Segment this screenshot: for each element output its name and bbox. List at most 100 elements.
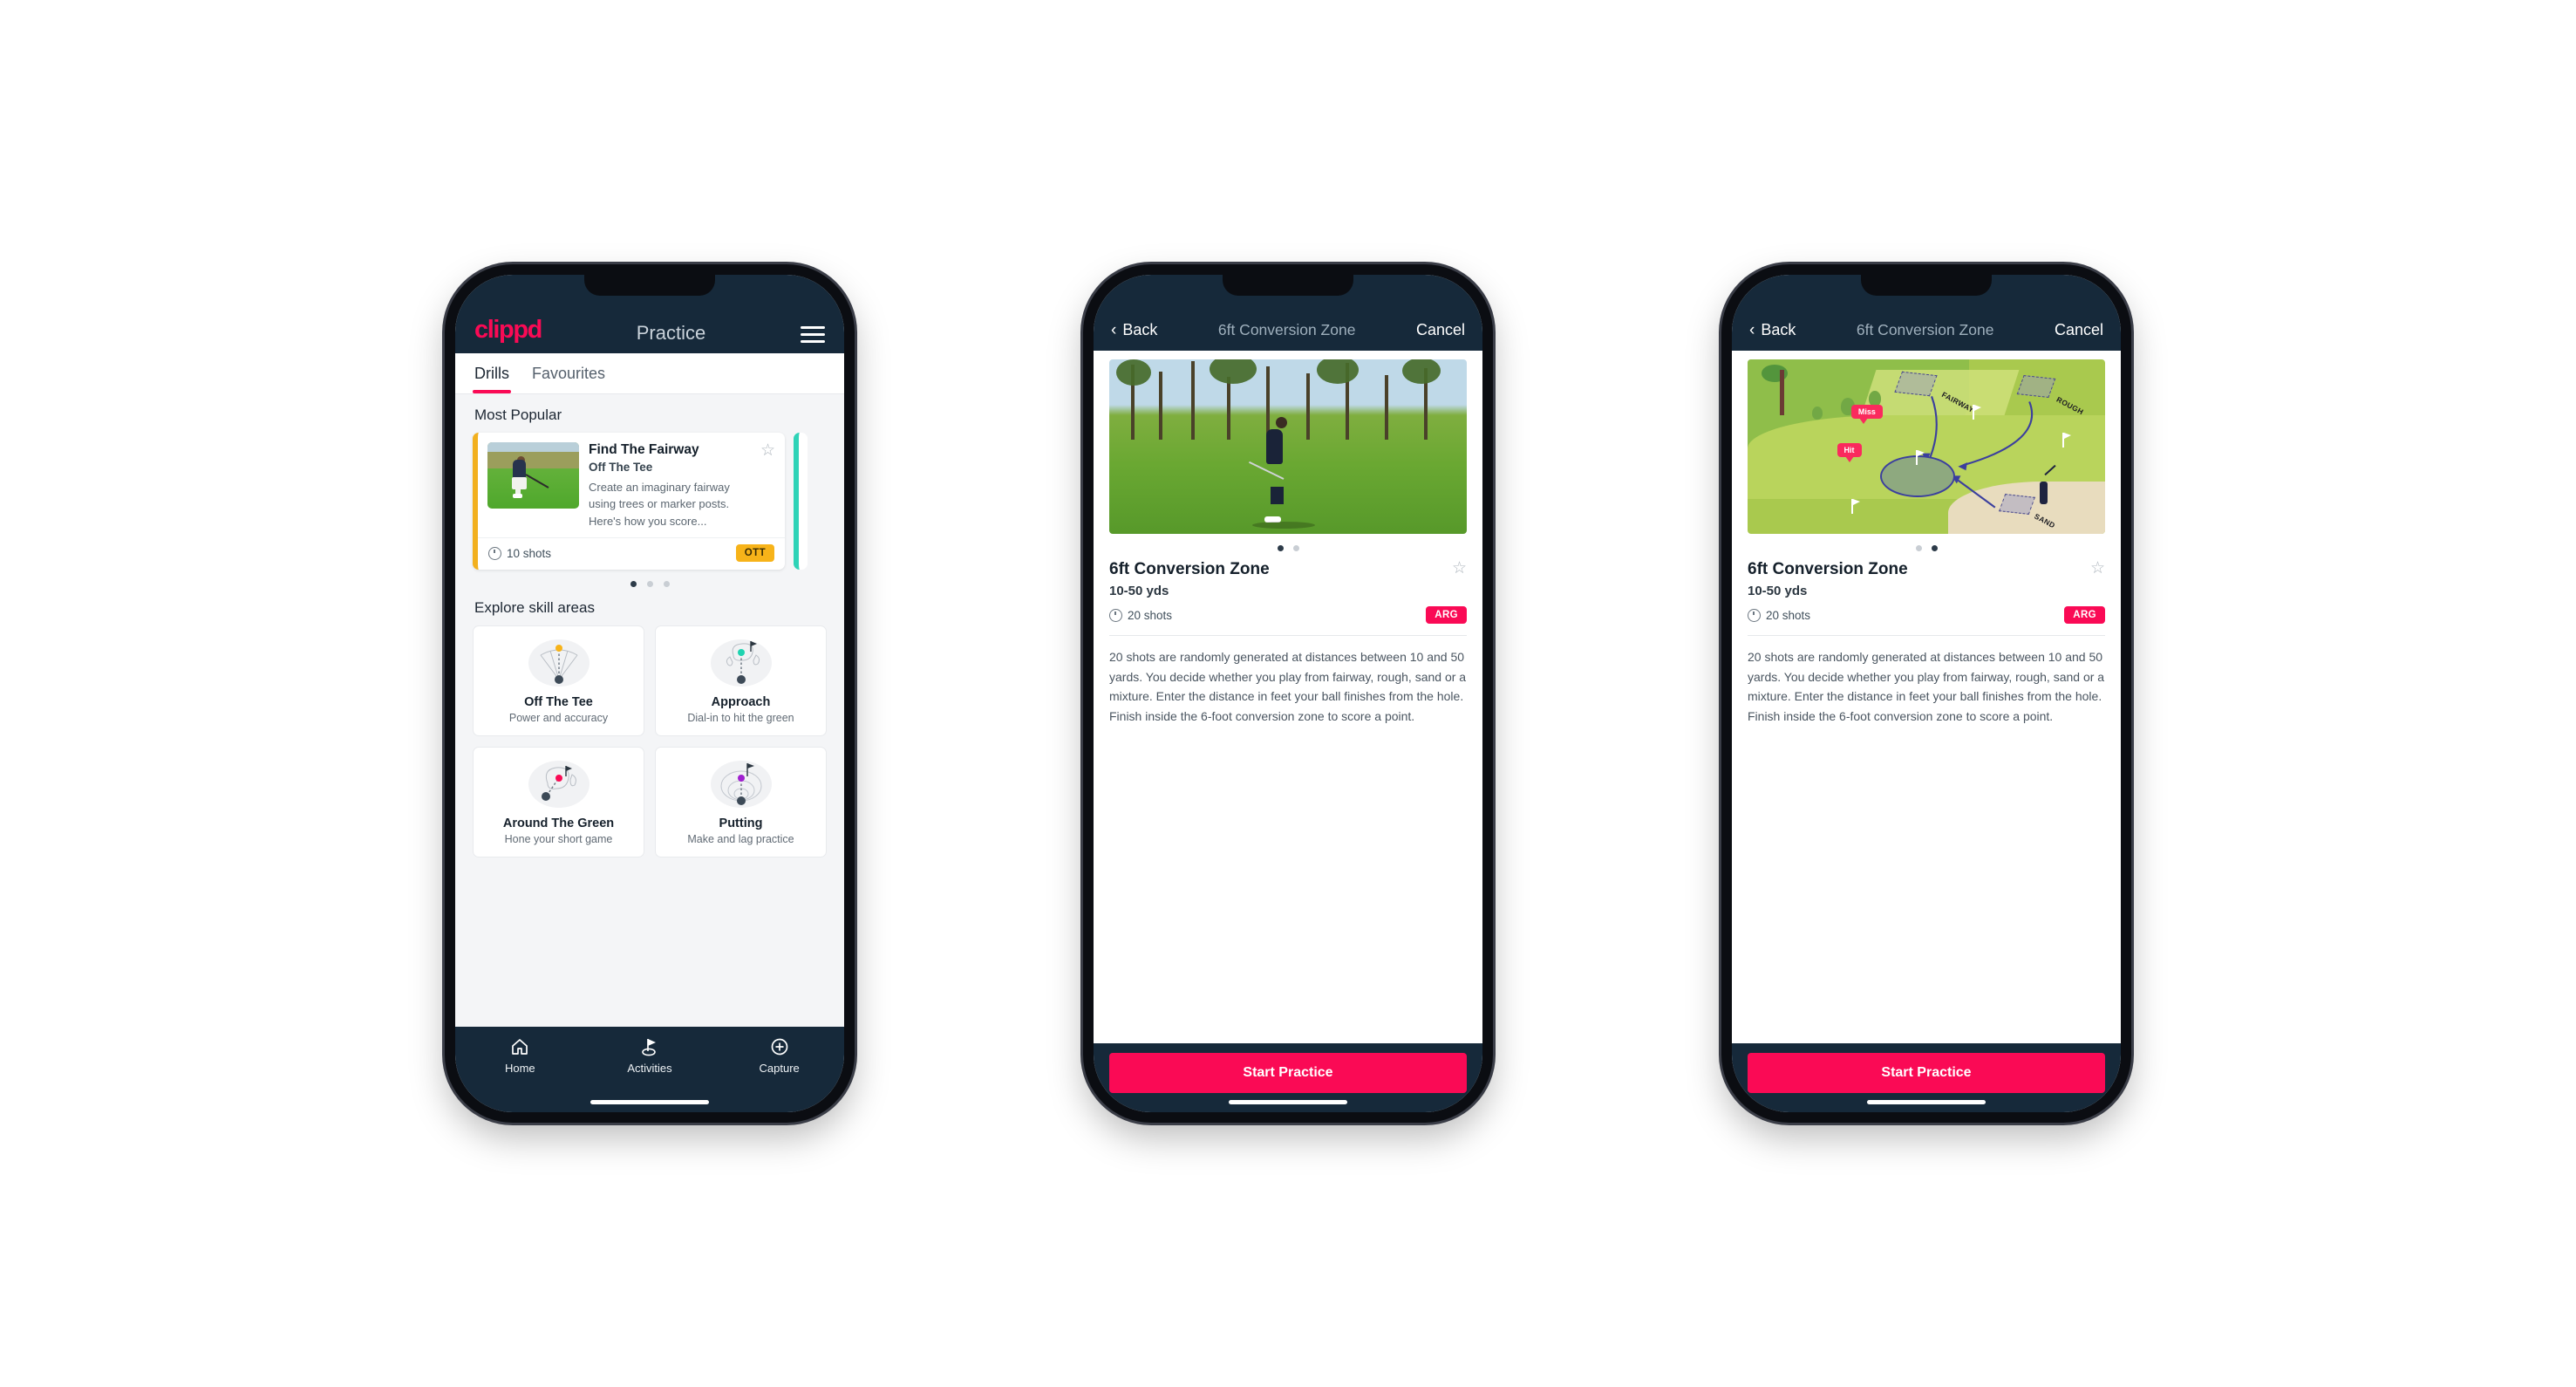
star-outline-icon[interactable]: ☆ xyxy=(1448,560,1467,577)
screen-drill-detail-diagram: ‹ Back 6ft Conversion Zone Cancel FAIRWA… xyxy=(1732,275,2121,1112)
nav-item-home[interactable]: Home xyxy=(456,1037,584,1075)
divider xyxy=(1748,635,2105,636)
flag-icon xyxy=(1915,450,1925,465)
clock-icon xyxy=(1109,608,1122,622)
phone-notch xyxy=(1861,275,1992,296)
drill-shots: 10 shots xyxy=(488,546,551,560)
hamburger-icon[interactable] xyxy=(800,326,825,343)
skill-card-off-the-tee[interactable]: Off The Tee Power and accuracy xyxy=(473,625,644,737)
flag-icon xyxy=(1973,405,1982,420)
golfer-figure xyxy=(2040,482,2048,504)
nav-label: Home xyxy=(504,1062,535,1075)
skill-title: Around The Green xyxy=(502,816,615,831)
star-outline-icon[interactable]: ☆ xyxy=(757,442,775,530)
divider xyxy=(1109,635,1467,636)
drill-hero-diagram[interactable]: FAIRWAY ROUGH SAND Miss Hit xyxy=(1748,359,2105,534)
detail-content: FAIRWAY ROUGH SAND Miss Hit 6ft Conversi… xyxy=(1732,351,2121,1043)
chevron-left-icon: ‹ xyxy=(1111,321,1117,339)
drill-card[interactable]: Find The Fairway Off The Tee Create an i… xyxy=(473,433,785,571)
plus-circle-icon xyxy=(771,1038,787,1056)
drill-detail-title: 6ft Conversion Zone xyxy=(1748,560,1908,578)
clock-icon xyxy=(1748,608,1761,622)
nav-item-activities[interactable]: Activities xyxy=(585,1037,713,1075)
carousel-dot[interactable] xyxy=(663,581,670,588)
zone-rough xyxy=(2016,375,2055,398)
drill-card-next-peek[interactable] xyxy=(794,433,808,571)
drill-description: Create an imaginary fairway using trees … xyxy=(589,480,730,528)
drill-carousel: Find The Fairway Off The Tee Create an i… xyxy=(473,433,827,571)
drill-detail-block: 6ft Conversion Zone 10-50 yds ☆ 20 shots… xyxy=(1748,560,2105,727)
phone-drill-detail-video: ‹ Back 6ft Conversion Zone Cancel 6ft Co… xyxy=(1083,264,1493,1123)
skill-card-around-the-green[interactable]: Around The Green Hone your short game xyxy=(473,747,644,858)
home-indicator xyxy=(1867,1100,1986,1104)
zone-sand xyxy=(1999,494,2036,515)
drill-shots-label: 20 shots xyxy=(1766,608,1811,622)
golf-flag-icon xyxy=(642,1039,656,1056)
clippd-logo: clippd xyxy=(474,316,542,344)
detail-content: 6ft Conversion Zone 10-50 yds ☆ 20 shots… xyxy=(1094,351,1482,1043)
skill-desc: Dial-in to hit the green xyxy=(687,712,794,725)
clock-icon xyxy=(488,546,501,560)
hero-carousel-dots xyxy=(1748,545,2105,551)
drill-hero-video[interactable] xyxy=(1109,359,1467,534)
drill-shots: 20 shots xyxy=(1109,608,1173,622)
home-icon xyxy=(512,1039,528,1055)
back-button[interactable]: ‹ Back xyxy=(1111,321,1157,339)
hit-marker: Hit xyxy=(1837,443,1862,462)
drill-badge: OTT xyxy=(735,544,774,563)
home-indicator xyxy=(590,1100,709,1104)
drill-badge: ARG xyxy=(2064,606,2105,624)
miss-marker: Miss xyxy=(1850,405,1883,424)
back-label: Back xyxy=(1122,321,1158,338)
flag-icon xyxy=(1850,499,1860,514)
around-the-green-icon xyxy=(527,759,591,810)
off-the-tee-icon xyxy=(527,638,591,688)
carousel-dot[interactable] xyxy=(1277,545,1284,551)
drill-subtitle: Off The Tee xyxy=(589,460,653,474)
screen-practice: clippd Practice Drills Favourites Most P… xyxy=(455,275,844,1112)
chevron-left-icon: ‹ xyxy=(1749,321,1755,339)
section-explore-skill-areas: Explore skill areas xyxy=(474,599,595,617)
start-practice-button[interactable]: Start Practice xyxy=(1109,1053,1467,1093)
cancel-button[interactable]: Cancel xyxy=(1416,321,1465,339)
cta-bar: Start Practice xyxy=(1094,1043,1482,1112)
skill-desc: Make and lag practice xyxy=(687,833,794,846)
practice-content: Most Popular Find The Fairway Off The Te… xyxy=(455,394,844,1027)
drill-shots: 20 shots xyxy=(1748,608,1811,622)
hero-carousel-dots xyxy=(1109,545,1467,551)
cancel-button[interactable]: Cancel xyxy=(2055,321,2103,339)
skill-title: Approach xyxy=(711,695,771,710)
drill-detail-block: 6ft Conversion Zone 10-50 yds ☆ 20 shots… xyxy=(1109,560,1467,727)
detail-title: 6ft Conversion Zone xyxy=(1217,321,1356,338)
back-label: Back xyxy=(1761,321,1796,338)
star-outline-icon[interactable]: ☆ xyxy=(2087,560,2105,577)
carousel-dot[interactable] xyxy=(646,581,653,588)
carousel-dot[interactable] xyxy=(1915,545,1922,551)
phone-drill-detail-diagram: ‹ Back 6ft Conversion Zone Cancel FAIRWA… xyxy=(1721,264,2131,1123)
drill-description: 20 shots are randomly generated at dista… xyxy=(1109,650,1467,724)
home-indicator xyxy=(1229,1100,1347,1104)
carousel-dot[interactable] xyxy=(1931,545,1938,551)
tab-drills[interactable]: Drills xyxy=(473,353,511,393)
putting-green xyxy=(1879,455,1955,497)
skill-area-grid: Off The Tee Power and accuracy Approach … xyxy=(473,625,827,858)
flag-icon xyxy=(2061,433,2071,448)
back-button[interactable]: ‹ Back xyxy=(1749,321,1796,339)
phone-notch xyxy=(1223,275,1353,296)
carousel-dots xyxy=(473,581,827,588)
screenshot-root: clippd Practice Drills Favourites Most P… xyxy=(0,0,2576,1387)
carousel-dot[interactable] xyxy=(1292,545,1299,551)
skill-title: Off The Tee xyxy=(524,695,593,710)
zone-fairway xyxy=(1894,371,1938,397)
bottom-nav: Home Activities Capture xyxy=(455,1027,844,1112)
skill-card-putting[interactable]: Putting Make and lag practice xyxy=(655,747,827,858)
start-practice-button[interactable]: Start Practice xyxy=(1748,1053,2105,1093)
tab-favourites[interactable]: Favourites xyxy=(532,353,605,393)
drill-badge: ARG xyxy=(1426,606,1467,624)
skill-card-approach[interactable]: Approach Dial-in to hit the green xyxy=(655,625,827,737)
nav-label: Activities xyxy=(627,1062,672,1075)
putting-icon xyxy=(709,759,773,810)
carousel-dot[interactable] xyxy=(630,581,637,588)
drill-shots-label: 20 shots xyxy=(1128,608,1173,622)
nav-item-capture[interactable]: Capture xyxy=(715,1037,843,1075)
